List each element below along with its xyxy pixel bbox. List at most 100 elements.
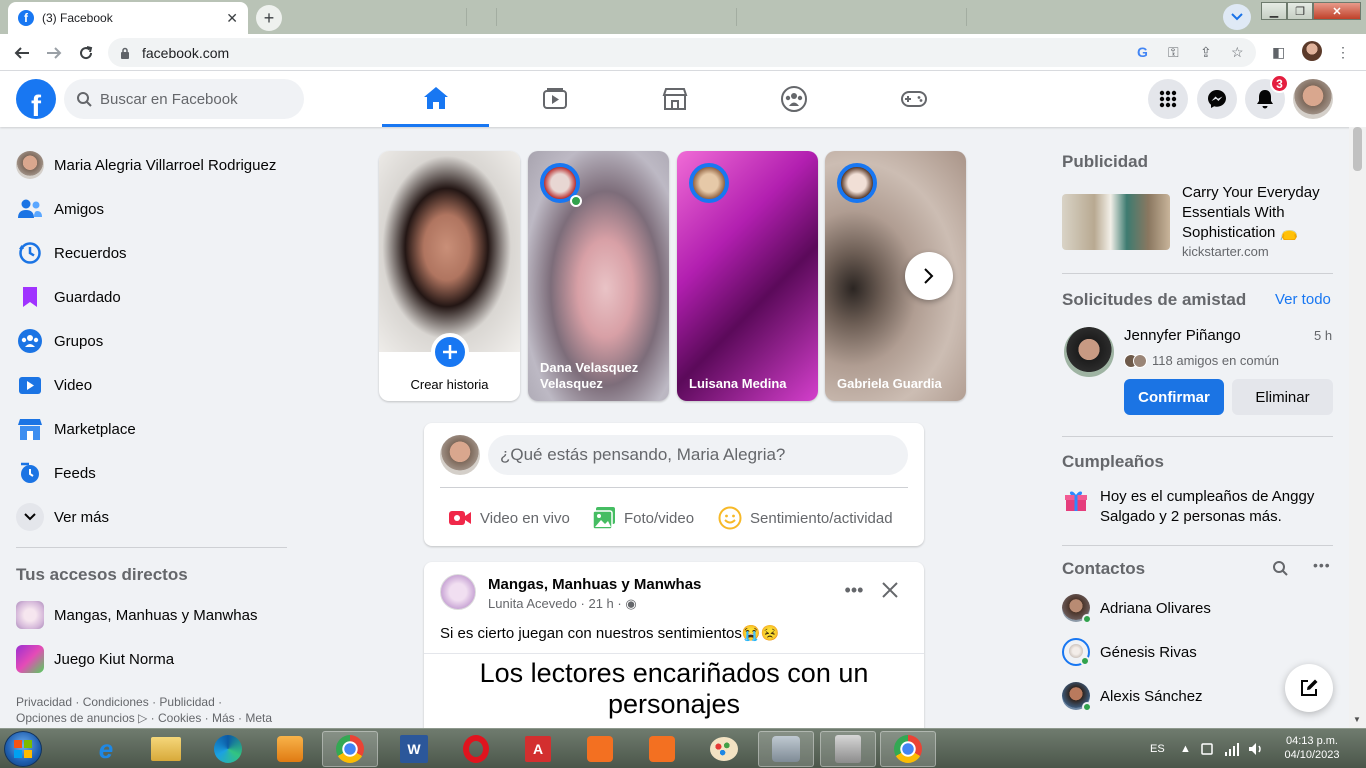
search-input[interactable]: Buscar en Facebook (64, 79, 304, 119)
bookmark-star-icon[interactable]: ☆ (1231, 44, 1244, 61)
sidebar-item-friends[interactable]: Amigos (8, 187, 292, 231)
confirm-request-button[interactable]: Confirmar (1124, 379, 1224, 415)
story-card[interactable]: Dana Velasquez Velasquez (528, 151, 669, 401)
shortcut-item-kiut-norma[interactable]: Juego Kiut Norma (8, 637, 292, 681)
acrobat-icon[interactable]: A (510, 731, 566, 767)
section-divider (1062, 273, 1333, 274)
account-avatar[interactable] (1293, 79, 1333, 119)
stories-next-button[interactable] (905, 252, 953, 300)
sidebar-item-video[interactable]: Video (8, 363, 292, 407)
share-icon[interactable]: ⇪ (1200, 44, 1212, 61)
nav-tab-gaming[interactable] (860, 71, 967, 127)
media-app-icon[interactable] (758, 731, 814, 767)
nav-tab-watch[interactable] (501, 71, 608, 127)
window-minimize-button[interactable]: ▁ (1261, 2, 1287, 20)
screen-recorder-icon[interactable] (572, 731, 628, 767)
scrollbar-thumb[interactable] (1353, 127, 1362, 171)
request-avatar[interactable] (1064, 327, 1114, 377)
reload-button[interactable] (74, 41, 98, 65)
browser-profile-avatar[interactable] (1302, 41, 1322, 61)
signal-tray-icon[interactable] (1224, 729, 1240, 768)
post-author-time[interactable]: Lunita Acevedo · 21 h · (488, 596, 625, 611)
delete-request-button[interactable]: Eliminar (1232, 379, 1333, 415)
ad-site[interactable]: kickstarter.com (1182, 244, 1269, 259)
store-icon (662, 88, 687, 110)
composer-input[interactable]: ¿Qué estás pensando, Maria Alegria? (488, 435, 908, 475)
contact-item[interactable]: Adriana Olivares (1062, 590, 1211, 626)
contact-item[interactable]: Alexis Sánchez (1062, 678, 1203, 714)
chrome-profile-taskbar-icon[interactable] (880, 731, 936, 767)
post-options-button[interactable]: ••• (840, 576, 868, 604)
post-group-name[interactable]: Mangas, Manhuas y Manwhas (488, 576, 701, 593)
facebook-logo-icon[interactable]: f (16, 79, 56, 119)
tab-search-button[interactable] (1223, 4, 1251, 30)
forward-button[interactable] (42, 41, 66, 65)
network-tray-icon[interactable] (1200, 729, 1214, 768)
composer-avatar[interactable] (440, 435, 480, 475)
camera-app-icon[interactable] (634, 731, 690, 767)
request-name[interactable]: Jennyfer Piñango (1124, 327, 1241, 344)
nav-tab-home[interactable] (382, 71, 489, 127)
story-card[interactable]: Luisana Medina (677, 151, 818, 401)
tab-close-icon[interactable]: ✕ (226, 10, 238, 27)
footer-line[interactable]: Privacidad · Condiciones · Publicidad · (16, 694, 296, 710)
sidebar-item-profile[interactable]: Maria Alegria Villarroel Rodriguez (8, 143, 292, 187)
messenger-button[interactable] (1197, 79, 1237, 119)
address-bar[interactable]: facebook.com (108, 38, 1256, 67)
volume-tray-icon[interactable] (1248, 729, 1264, 768)
file-explorer-icon[interactable] (138, 731, 194, 767)
menu-dots-icon[interactable]: ⋮ (1336, 44, 1350, 61)
sidebar-item-groups[interactable]: Grupos (8, 319, 292, 363)
friend-requests-heading: Solicitudes de amistad (1062, 290, 1247, 309)
post-image[interactable]: Los lectores encariñados con un personaj… (424, 658, 924, 720)
edge-icon[interactable] (200, 731, 256, 767)
scroll-down-arrow-icon[interactable]: ▼ (1353, 715, 1361, 724)
new-message-button[interactable] (1285, 664, 1333, 712)
show-hidden-icons-button[interactable]: ▲ (1180, 729, 1191, 768)
window-close-button[interactable]: ✕ (1313, 2, 1361, 20)
chrome-taskbar-icon[interactable] (322, 731, 378, 767)
opera-icon[interactable] (448, 731, 504, 767)
page-scrollbar[interactable]: ▼ (1349, 127, 1366, 728)
key-icon[interactable]: ⚿ (1168, 44, 1179, 61)
taskbar-clock[interactable]: 04:13 p.m. 04/10/2023 (1270, 734, 1354, 762)
sidebar-item-marketplace[interactable]: Marketplace (8, 407, 292, 451)
side-panel-icon[interactable]: ◧ (1272, 44, 1285, 61)
start-button[interactable] (4, 731, 42, 767)
nav-tab-marketplace[interactable] (621, 71, 728, 127)
nav-tab-groups[interactable] (740, 71, 847, 127)
see-all-link[interactable]: Ver todo (1275, 291, 1331, 308)
sidebar-item-memories[interactable]: Recuerdos (8, 231, 292, 275)
google-translate-icon[interactable]: G (1137, 44, 1148, 60)
live-video-button[interactable]: Video en vivo (448, 500, 570, 536)
ad-title[interactable]: Carry Your Everyday Essentials With Soph… (1182, 183, 1334, 243)
utility-app-icon[interactable] (820, 731, 876, 767)
footer-line[interactable]: Opciones de anuncios ▷ · Cookies · Más ·… (16, 710, 296, 726)
back-button[interactable] (10, 41, 34, 65)
window-maximize-button[interactable]: ❐ (1287, 2, 1313, 20)
sidebar-item-saved[interactable]: Guardado (8, 275, 292, 319)
feeling-activity-button[interactable]: Sentimiento/actividad (718, 500, 893, 536)
birthday-text[interactable]: Hoy es el cumpleaños de Anggy Salgado y … (1100, 487, 1334, 527)
photo-video-button[interactable]: Foto/video (592, 500, 694, 536)
language-indicator[interactable]: ES (1150, 729, 1165, 768)
contact-avatar (1062, 594, 1092, 624)
paint-icon[interactable] (696, 731, 752, 767)
shortcut-item-mangas[interactable]: Mangas, Manhuas y Manwhas (8, 593, 292, 637)
sidebar-item-feeds[interactable]: Feeds (8, 451, 292, 495)
media-player-icon[interactable] (262, 731, 318, 767)
ad-image[interactable] (1062, 194, 1170, 250)
mutual-friends[interactable]: 118 amigos en común (1124, 353, 1279, 368)
menu-button[interactable] (1148, 79, 1188, 119)
internet-explorer-icon[interactable]: e (78, 731, 134, 767)
story-create[interactable]: Crear historia (379, 151, 520, 401)
contact-item[interactable]: Génesis Rivas (1062, 634, 1197, 670)
contacts-options-button[interactable]: ••• (1313, 557, 1331, 573)
contacts-search-button[interactable] (1272, 560, 1288, 581)
word-icon[interactable]: W (386, 731, 442, 767)
sidebar-item-see-more[interactable]: Ver más (8, 495, 292, 539)
group-avatar[interactable] (440, 574, 476, 610)
new-tab-button[interactable]: + (256, 5, 282, 31)
browser-tab-facebook[interactable]: f (3) Facebook ✕ (8, 2, 248, 34)
post-hide-button[interactable] (876, 576, 904, 604)
